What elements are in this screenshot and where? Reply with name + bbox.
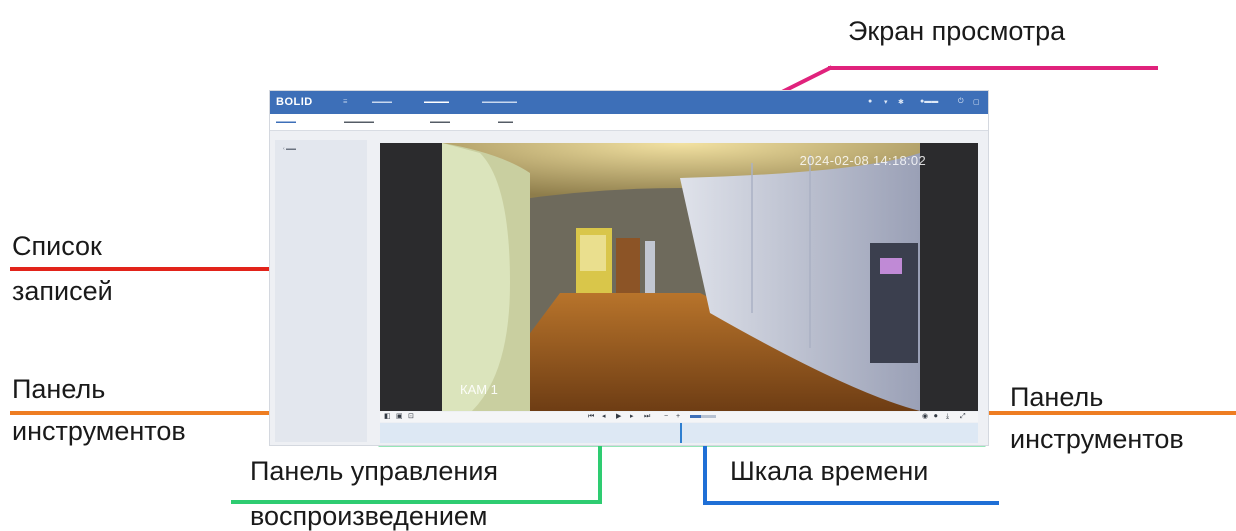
callout-viewer-screen: Экран просмотра bbox=[848, 16, 1066, 46]
menu-icon[interactable]: ☰ bbox=[343, 99, 347, 105]
settings-icon[interactable]: ✱ bbox=[898, 98, 904, 106]
callout-playback-line1: Панель управления bbox=[250, 456, 499, 486]
app-header: BOLID ☰ ▬▬▬▬ ▬▬▬▬▬ ▬▬▬▬▬▬▬ ● ▾ ✱ ●▬▬ ⏻ ▢ bbox=[270, 91, 988, 114]
records-list: ‹ ▬▬ bbox=[275, 140, 367, 442]
callout-records-line1: Список bbox=[12, 231, 102, 261]
download-icon[interactable]: ⤓ bbox=[946, 413, 949, 421]
app-logo: BOLID bbox=[276, 96, 313, 108]
download-queue-icon[interactable]: ▾ bbox=[884, 98, 888, 106]
callout-timeline: Шкала времени bbox=[730, 456, 929, 486]
video-viewer[interactable]: 2024-02-08 14:18:02 КАМ 1 bbox=[380, 143, 978, 411]
playback-toolbar: ◧ ▣ ⊡ ⏮ ◂ ▶ ▸ ⏭ − + ◉ ⏺ ⤓ ⤢ bbox=[380, 412, 978, 422]
callout-toolbar-right-line1: Панель bbox=[1010, 382, 1104, 412]
subtab-record-settings[interactable]: ▬▬▬▬▬▬ bbox=[344, 119, 374, 125]
video-timestamp: 2024-02-08 14:18:02 bbox=[799, 153, 926, 168]
callout-toolbar-left: Панель инструментов bbox=[12, 374, 186, 446]
layout-icon[interactable]: ◧ bbox=[384, 413, 391, 421]
speed-slider[interactable] bbox=[690, 415, 716, 418]
fullscreen-app-icon[interactable]: ▢ bbox=[973, 98, 980, 106]
nav-tab-archive[interactable]: ▬▬▬▬▬ bbox=[424, 99, 449, 105]
logout-icon[interactable]: ⏻ bbox=[958, 98, 964, 106]
video-camera-label: КАМ 1 bbox=[460, 382, 498, 397]
play-icon[interactable]: ▶ bbox=[616, 413, 621, 421]
step-back-icon[interactable]: ◂ bbox=[602, 413, 606, 421]
callout-toolbar-left-line2: инструментов bbox=[12, 416, 186, 446]
nav-tab-events[interactable]: ▬▬▬▬▬▬▬ bbox=[482, 99, 517, 105]
single-view-icon[interactable]: ▣ bbox=[396, 413, 403, 421]
account-menu[interactable]: ●▬▬ bbox=[920, 98, 938, 105]
timeline[interactable] bbox=[380, 423, 978, 443]
subtab-backup[interactable]: ▬▬▬ bbox=[498, 119, 513, 125]
record-clip-icon[interactable]: ⏺ bbox=[934, 413, 938, 421]
zoom-icon[interactable]: ⊡ bbox=[408, 413, 414, 421]
callout-records-line2: записей bbox=[12, 276, 113, 306]
skip-forward-icon[interactable]: ⏭ bbox=[644, 413, 650, 421]
skip-back-icon[interactable]: ⏮ bbox=[588, 413, 594, 421]
records-header: ‹ ▬▬ bbox=[283, 146, 297, 152]
snapshot-icon[interactable]: ◉ bbox=[922, 413, 928, 421]
nav-tab-live[interactable]: ▬▬▬▬ bbox=[372, 99, 392, 105]
user-icon[interactable]: ● bbox=[868, 98, 872, 105]
subtab-search[interactable]: ▬▬▬▬ bbox=[276, 119, 296, 125]
callout-toolbar-right: Панель инструментов bbox=[1010, 382, 1184, 454]
faster-icon[interactable]: + bbox=[676, 413, 680, 421]
callout-toolbar-left-line1: Панель bbox=[12, 374, 106, 404]
sub-tabs: ▬▬▬▬ ▬▬▬▬▬▬ ▬▬▬▬ ▬▬▬ bbox=[270, 114, 988, 131]
timeline-cursor[interactable] bbox=[680, 423, 682, 443]
speed-slider-fill bbox=[690, 415, 701, 418]
fullscreen-icon[interactable]: ⤢ bbox=[960, 413, 966, 421]
subtab-schedule[interactable]: ▬▬▬▬ bbox=[430, 119, 450, 125]
step-forward-icon[interactable]: ▸ bbox=[630, 413, 634, 421]
callout-playback-line2: воспроизведением bbox=[250, 501, 488, 531]
video-frame bbox=[380, 143, 978, 411]
callout-playback-panel: Панель управления воспроизведением bbox=[250, 456, 498, 531]
slower-icon[interactable]: − bbox=[664, 413, 668, 421]
app-screenshot: BOLID ☰ ▬▬▬▬ ▬▬▬▬▬ ▬▬▬▬▬▬▬ ● ▾ ✱ ●▬▬ ⏻ ▢… bbox=[270, 91, 988, 445]
callout-records-list: Список записей bbox=[12, 231, 113, 306]
callout-toolbar-right-line2: инструментов bbox=[1010, 424, 1184, 454]
